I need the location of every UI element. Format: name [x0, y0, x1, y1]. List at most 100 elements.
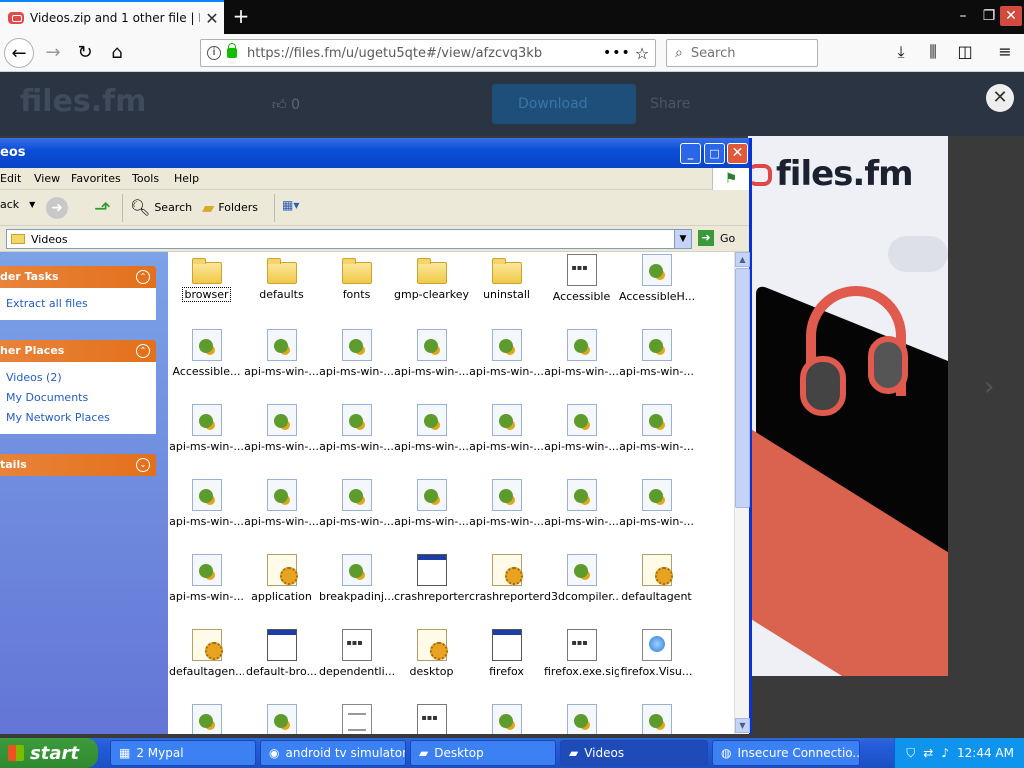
explorer-title-bar[interactable]: eos _ □ ✕ — [0, 138, 749, 168]
download-button[interactable]: Download — [492, 84, 636, 124]
file-item[interactable]: api-ms-win-... — [619, 404, 694, 479]
file-item[interactable]: api-ms-win-... — [244, 404, 319, 479]
minimize-window-button[interactable]: – — [952, 6, 974, 26]
search-input[interactable]: Search — [691, 46, 736, 61]
go-button[interactable]: ➜ Go — [698, 230, 735, 246]
file-item[interactable]: api-ms-win-... — [469, 479, 544, 554]
file-item[interactable]: api-ms-win-... — [469, 404, 544, 479]
folder-item[interactable]: browser — [169, 254, 244, 329]
file-item[interactable] — [619, 704, 694, 734]
file-item[interactable]: api-ms-win-... — [319, 479, 394, 554]
menu-help[interactable]: Help — [174, 172, 199, 185]
place-videos-link[interactable]: Videos (2) — [6, 368, 150, 388]
library-icon[interactable]: ⫼ — [922, 42, 944, 64]
taskbar-item-firefox[interactable]: ◍ Insecure Connectio... — [712, 740, 860, 766]
file-item[interactable]: desktop — [394, 629, 469, 704]
file-item[interactable]: firefox — [469, 629, 544, 704]
file-item[interactable]: default-bro... — [244, 629, 319, 704]
file-item[interactable] — [544, 704, 619, 734]
scroll-down-button[interactable]: ▼ — [735, 718, 750, 733]
file-item[interactable]: api-ms-win-... — [544, 479, 619, 554]
file-item[interactable]: api-ms-win-... — [169, 404, 244, 479]
file-item[interactable]: firefox.Visu... — [619, 629, 694, 704]
file-item[interactable] — [394, 704, 469, 734]
file-item[interactable]: d3dcompiler... — [544, 554, 619, 629]
back-button[interactable]: ← — [4, 38, 34, 68]
network-icon[interactable]: ⇄ — [923, 746, 933, 760]
file-item[interactable]: defaultagent — [619, 554, 694, 629]
vertical-scrollbar[interactable]: ▲ ▼ — [734, 252, 750, 734]
forward-nav-icon[interactable]: ➜ — [46, 197, 68, 219]
advertisement-banner[interactable]: files.fm — [748, 136, 948, 676]
file-item[interactable]: api-ms-win-... — [619, 329, 694, 404]
file-item[interactable]: api-ms-win-... — [319, 329, 394, 404]
explorer-close-button[interactable]: ✕ — [727, 143, 748, 164]
address-dropdown-icon[interactable]: ▼ — [674, 230, 691, 248]
url-text[interactable]: https://files.fm/u/ugetu5qte#/view/afzcv… — [247, 46, 603, 61]
folders-button[interactable]: ▰ Folders — [202, 198, 258, 217]
folder-item[interactable]: uninstall — [469, 254, 544, 329]
file-item[interactable]: api-ms-win-... — [169, 554, 244, 629]
file-item[interactable]: breakpadinj... — [319, 554, 394, 629]
file-item[interactable]: application — [244, 554, 319, 629]
reload-button[interactable]: ↻ — [70, 38, 100, 68]
collapse-chevron-icon[interactable]: ⌃ — [136, 270, 150, 284]
file-item[interactable]: api-ms-win-... — [544, 404, 619, 479]
file-item[interactable]: api-ms-win-... — [244, 479, 319, 554]
taskbar-item-desktop[interactable]: ▰ Desktop — [410, 740, 556, 766]
collapse-chevron-icon[interactable]: ⌃ — [136, 344, 150, 358]
next-arrow-icon[interactable]: › — [984, 372, 994, 402]
search-button[interactable]: 🔍︎ Search — [130, 198, 192, 217]
folder-item[interactable]: fonts — [319, 254, 394, 329]
menu-icon[interactable]: ≡ — [994, 42, 1016, 64]
file-item[interactable]: Accessible... — [169, 329, 244, 404]
file-item[interactable]: api-ms-win-... — [544, 329, 619, 404]
sidebar-icon[interactable]: ◫ — [954, 42, 976, 64]
folder-tasks-header[interactable]: der Tasks ⌃ — [0, 266, 156, 288]
home-button[interactable]: ⌂ — [102, 38, 132, 68]
file-item[interactable]: api-ms-win-... — [619, 479, 694, 554]
file-item[interactable]: api-ms-win-... — [394, 479, 469, 554]
place-network-link[interactable]: My Network Places — [6, 408, 150, 428]
site-info-icon[interactable]: i — [207, 46, 221, 60]
page-actions-icon[interactable]: ••• — [603, 45, 630, 61]
search-bar[interactable]: ⌕ Search — [666, 39, 818, 67]
explorer-maximize-button[interactable]: □ — [704, 143, 725, 164]
bookmark-star-icon[interactable]: ☆ — [629, 44, 655, 63]
extract-all-link[interactable]: Extract all files — [6, 294, 150, 314]
volume-icon[interactable]: ♪ — [941, 746, 949, 760]
file-item[interactable] — [244, 704, 319, 734]
taskbar-item-mypal[interactable]: ▦ 2 Mypal — [110, 740, 256, 766]
close-preview-button[interactable]: ✕ — [986, 84, 1014, 112]
back-nav-button[interactable]: ack ▼ — [0, 198, 35, 211]
file-item[interactable]: dependentli... — [319, 629, 394, 704]
restore-window-button[interactable]: ❐ — [978, 6, 1000, 26]
folder-item[interactable]: defaults — [244, 254, 319, 329]
file-item[interactable]: AccessibleH... — [619, 254, 694, 329]
file-item[interactable]: api-ms-win-... — [169, 479, 244, 554]
clock[interactable]: 12:44 AM — [957, 746, 1014, 760]
browser-tab-active[interactable]: Videos.zip and 1 other file | Files.f ✕ — [0, 0, 224, 34]
explorer-minimize-button[interactable]: _ — [680, 143, 701, 164]
menu-edit[interactable]: Edit — [0, 172, 21, 185]
new-tab-button[interactable]: + — [230, 4, 252, 28]
file-item[interactable] — [169, 704, 244, 734]
file-item[interactable]: crashreporter — [469, 554, 544, 629]
file-item[interactable]: api-ms-win-... — [394, 329, 469, 404]
file-item[interactable]: api-ms-win-... — [469, 329, 544, 404]
scroll-up-button[interactable]: ▲ — [735, 252, 750, 267]
url-bar[interactable]: i https://files.fm/u/ugetu5qte#/view/afz… — [200, 39, 656, 67]
expand-chevron-icon[interactable]: ⌄ — [136, 458, 150, 472]
file-item[interactable]: firefox.exe.sig — [544, 629, 619, 704]
file-item[interactable] — [319, 704, 394, 734]
file-item[interactable]: crashreporter — [394, 554, 469, 629]
address-input[interactable]: Videos ▼ — [6, 229, 692, 249]
file-item[interactable]: api-ms-win-... — [394, 404, 469, 479]
details-header[interactable]: tails ⌄ — [0, 454, 156, 476]
file-item[interactable]: api-ms-win-... — [244, 329, 319, 404]
start-button[interactable]: start — [0, 738, 98, 768]
folder-up-icon[interactable]: ⬏ — [94, 196, 111, 220]
menu-view[interactable]: View — [34, 172, 60, 185]
security-shield-icon[interactable]: ⛉ — [906, 746, 915, 761]
place-my-documents-link[interactable]: My Documents — [6, 388, 150, 408]
